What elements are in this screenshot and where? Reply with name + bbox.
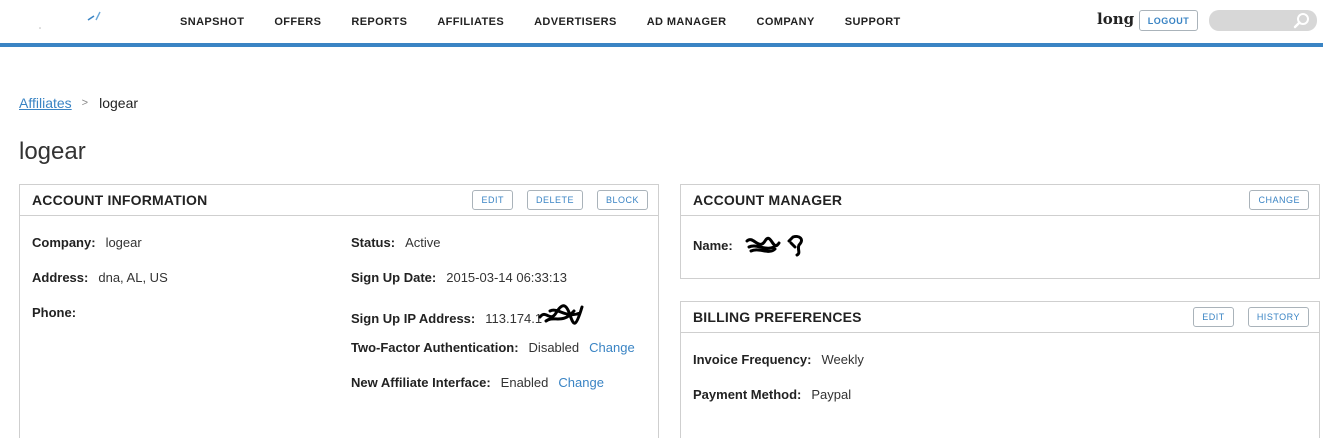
logout-button[interactable]: LOGOUT <box>1139 10 1198 31</box>
company-label: Company: <box>32 235 96 250</box>
search-icon[interactable] <box>1293 12 1310 29</box>
status-value: Active <box>405 235 441 250</box>
change-manager-button[interactable]: CHANGE <box>1249 190 1309 210</box>
redaction-scribble-icon <box>745 235 803 257</box>
signup-ip-value: 113.174.1 <box>485 310 543 326</box>
signup-ip-label: Sign Up IP Address: <box>351 310 476 326</box>
account-manager-title: ACCOUNT MANAGER <box>693 192 843 208</box>
new-interface-label: New Affiliate Interface: <box>351 375 491 390</box>
nav-offers[interactable]: OFFERS <box>274 16 321 28</box>
nav-ad-manager[interactable]: AD MANAGER <box>647 16 727 28</box>
signup-ip-field: Sign Up IP Address: 113.174.1 <box>351 304 586 331</box>
billing-preferences-actions: EDIT HISTORY <box>1179 307 1309 327</box>
account-information-header: ACCOUNT INFORMATION EDIT DELETE BLOCK <box>20 185 658 216</box>
edit-billing-button[interactable]: EDIT <box>1193 307 1234 327</box>
new-interface-value: Enabled <box>500 375 549 390</box>
breadcrumb-current: logear <box>99 95 139 111</box>
address-value: dna, AL, US <box>98 270 168 285</box>
status-label: Status: <box>351 235 396 250</box>
billing-preferences-title: BILLING PREFERENCES <box>693 309 862 325</box>
two-factor-label: Two-Factor Authentication: <box>351 340 519 355</box>
top-navigation-bar: SNAPSHOT OFFERS REPORTS AFFILIATES ADVER… <box>0 0 1323 43</box>
manager-name-field: Name: <box>693 231 813 259</box>
phone-field: Phone: <box>32 305 86 320</box>
account-manager-panel: ACCOUNT MANAGER CHANGE Name: <box>680 184 1320 279</box>
delete-account-button[interactable]: DELETE <box>526 190 583 210</box>
current-username: long <box>1097 10 1135 28</box>
page-title: logear <box>19 138 86 165</box>
billing-preferences-header: BILLING PREFERENCES EDIT HISTORY <box>681 302 1319 333</box>
account-information-actions: EDIT DELETE BLOCK <box>458 190 648 210</box>
nav-support[interactable]: SUPPORT <box>845 16 901 28</box>
nav-snapshot[interactable]: SNAPSHOT <box>180 16 244 28</box>
breadcrumb: Affiliates > logear <box>19 95 138 111</box>
two-factor-change-link[interactable]: Change <box>589 340 635 355</box>
nav-affiliates[interactable]: AFFILIATES <box>437 16 504 28</box>
signup-date-label: Sign Up Date: <box>351 270 437 285</box>
main-nav: SNAPSHOT OFFERS REPORTS AFFILIATES ADVER… <box>180 0 931 43</box>
payment-method-label: Payment Method: <box>693 387 802 402</box>
nav-company[interactable]: COMPANY <box>756 16 814 28</box>
company-logo[interactable] <box>30 6 120 36</box>
company-field: Company: logear <box>32 235 142 250</box>
breadcrumb-chevron-icon: > <box>81 97 89 109</box>
billing-history-button[interactable]: HISTORY <box>1247 307 1309 327</box>
two-factor-field: Two-Factor Authentication: Disabled Chan… <box>351 340 635 355</box>
account-manager-actions: CHANGE <box>1235 190 1309 210</box>
invoice-frequency-field: Invoice Frequency: Weekly <box>693 352 864 367</box>
nav-advertisers[interactable]: ADVERTISERS <box>534 16 617 28</box>
phone-label: Phone: <box>32 305 77 320</box>
breadcrumb-affiliates-link[interactable]: Affiliates <box>19 95 72 111</box>
redaction-scribble-icon <box>538 304 584 325</box>
signup-date-field: Sign Up Date: 2015-03-14 06:33:13 <box>351 270 567 285</box>
nav-reports[interactable]: REPORTS <box>351 16 407 28</box>
manager-name-label: Name: <box>693 237 733 253</box>
account-information-panel: ACCOUNT INFORMATION EDIT DELETE BLOCK Co… <box>19 184 659 438</box>
search-box <box>1209 10 1317 31</box>
block-account-button[interactable]: BLOCK <box>596 190 648 210</box>
invoice-frequency-value: Weekly <box>821 352 864 367</box>
search-input[interactable] <box>1217 12 1295 29</box>
invoice-frequency-label: Invoice Frequency: <box>693 352 812 367</box>
status-field: Status: Active <box>351 235 440 250</box>
account-information-title: ACCOUNT INFORMATION <box>32 192 208 208</box>
new-interface-change-link[interactable]: Change <box>558 375 604 390</box>
address-label: Address: <box>32 270 89 285</box>
billing-preferences-panel: BILLING PREFERENCES EDIT HISTORY Invoice… <box>680 301 1320 438</box>
edit-account-button[interactable]: EDIT <box>472 190 513 210</box>
payment-method-field: Payment Method: Paypal <box>693 387 851 402</box>
account-manager-header: ACCOUNT MANAGER CHANGE <box>681 185 1319 216</box>
payment-method-value: Paypal <box>811 387 852 402</box>
new-interface-field: New Affiliate Interface: Enabled Change <box>351 375 604 390</box>
header-accent-bar <box>0 43 1323 47</box>
signup-date-value: 2015-03-14 06:33:13 <box>446 270 567 285</box>
address-field: Address: dna, AL, US <box>32 270 168 285</box>
company-value: logear <box>105 235 142 250</box>
two-factor-value: Disabled <box>528 340 580 355</box>
